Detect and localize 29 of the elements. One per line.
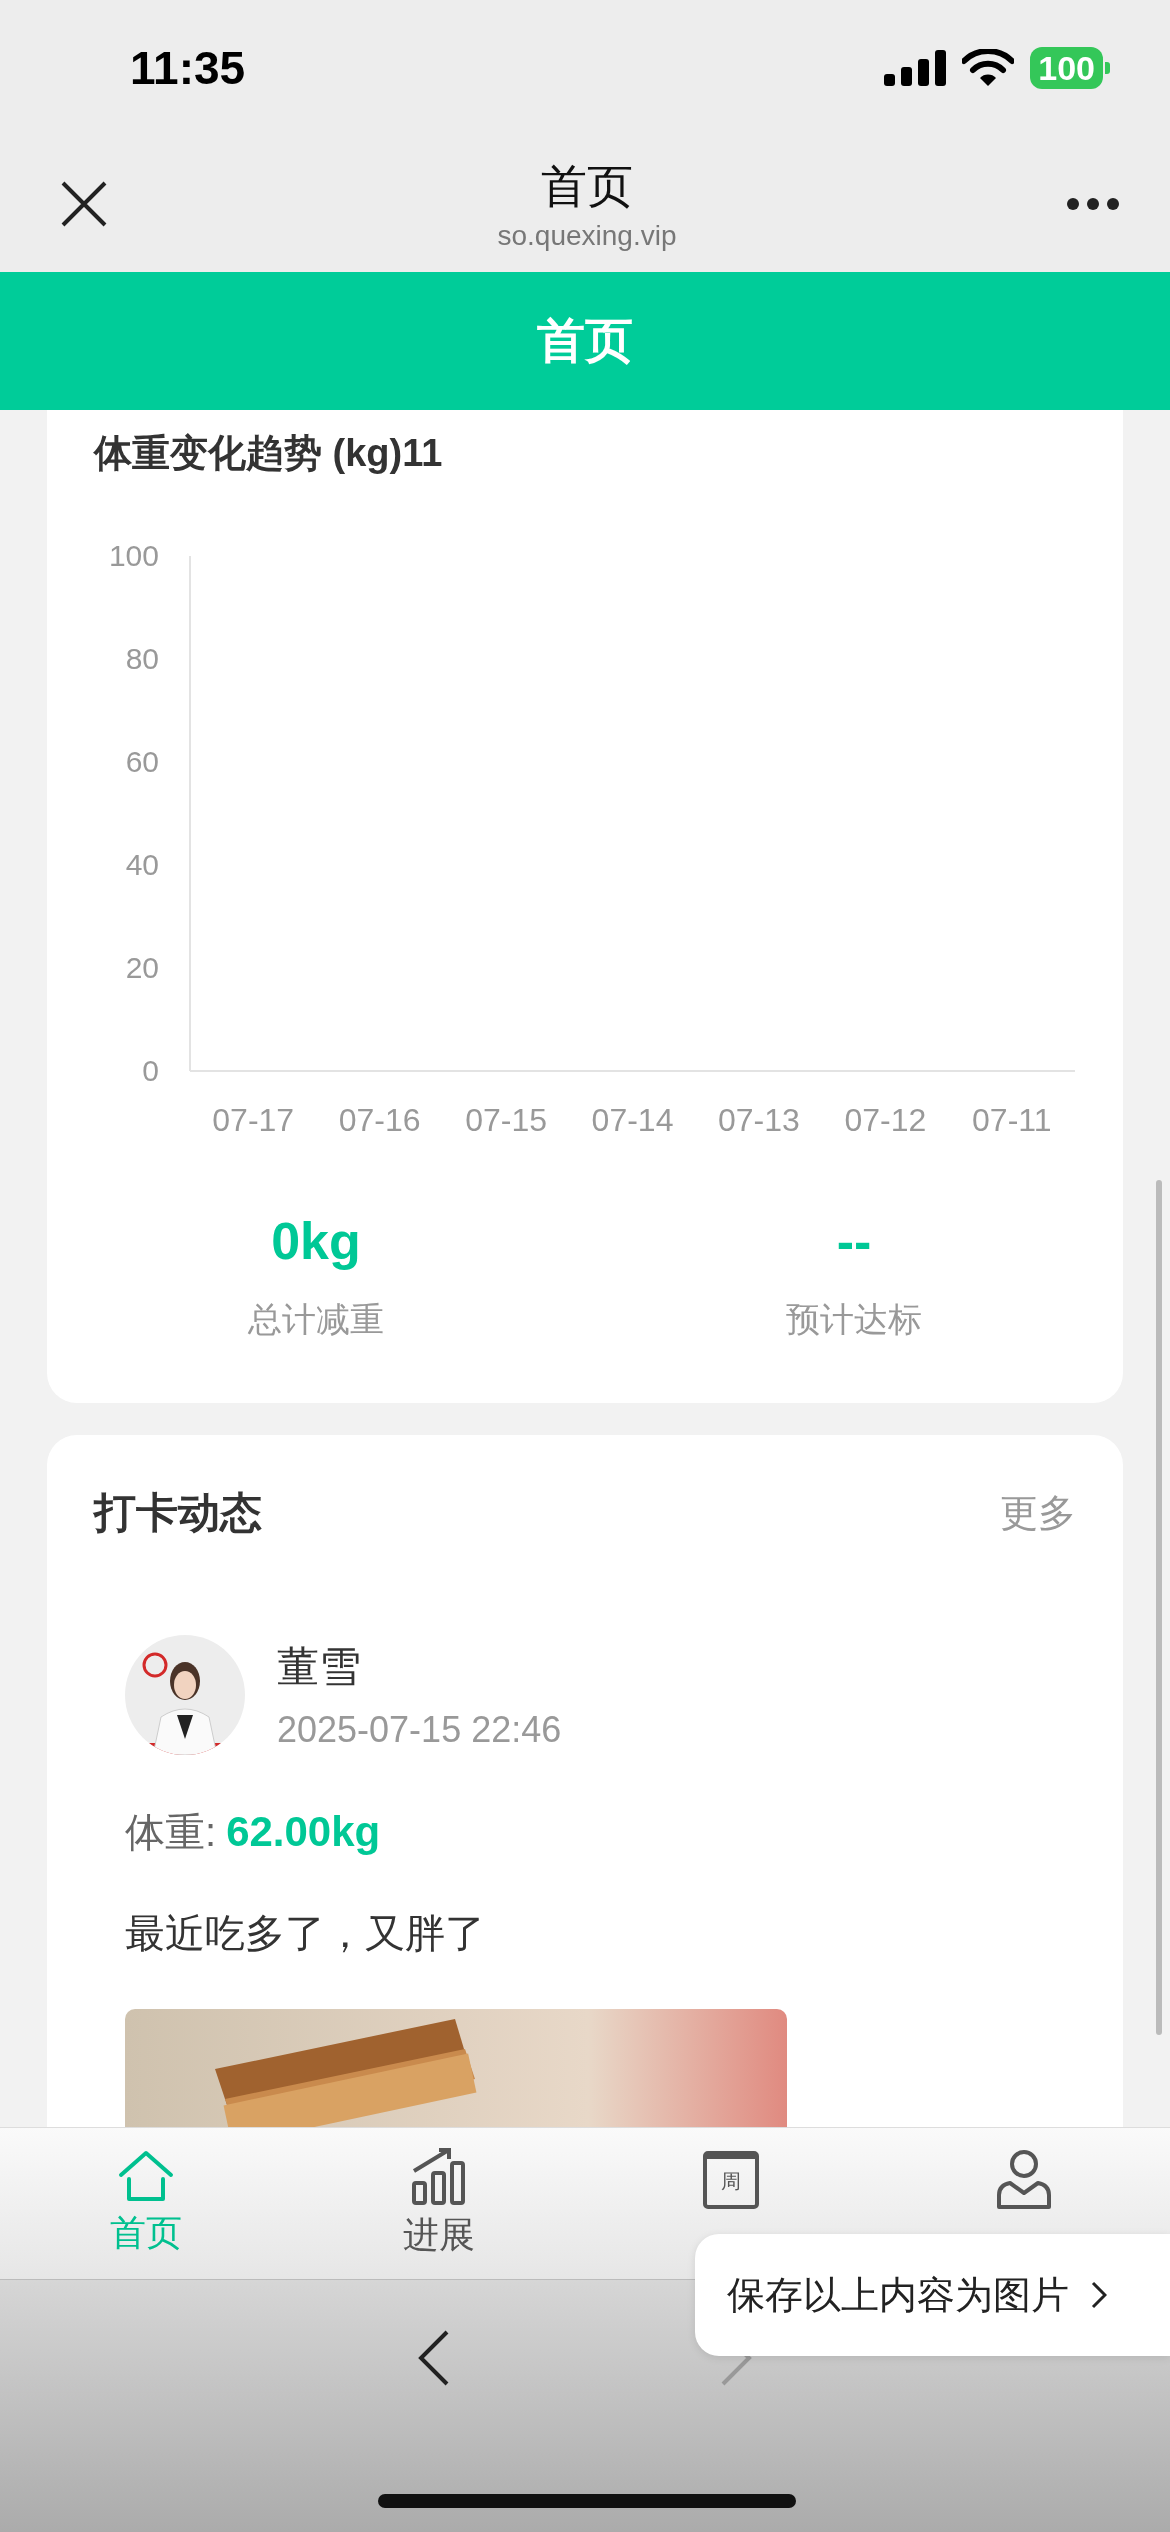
author-name: 董雪 — [277, 1642, 362, 1692]
page-url: so.quexing.vip — [497, 219, 677, 252]
stat-value: 0kg — [271, 1211, 361, 1271]
weight-value: 62.00kg — [226, 1808, 381, 1856]
page-title: 首页 — [541, 158, 633, 214]
chart-title: 体重变化趋势 (kg)11 — [94, 431, 444, 476]
x-tick-label: 07-13 — [718, 1102, 800, 1138]
x-tick-label: 07-16 — [338, 1102, 421, 1138]
x-tick-label: 07-11 — [972, 1102, 1052, 1138]
x-tick-label: 07-12 — [844, 1102, 927, 1138]
y-tick-label: 100 — [108, 539, 159, 572]
y-tick-label: 20 — [125, 951, 159, 984]
calendar-icon: 周 — [703, 2150, 760, 2209]
stat-label: 预计达标 — [786, 1299, 922, 1340]
section-title: 打卡动态 — [94, 1488, 262, 1538]
x-tick-label: 07-15 — [465, 1102, 547, 1138]
y-tick-label: 0 — [142, 1054, 159, 1087]
header-title: 首页 — [537, 313, 633, 369]
x-tick-label: 07-17 — [212, 1102, 295, 1138]
x-tick-label: 07-14 — [591, 1102, 674, 1138]
post-time: 2025-07-15 22:46 — [277, 1709, 562, 1751]
y-tick-label: 40 — [125, 848, 159, 881]
stat-value: -- — [836, 1211, 872, 1271]
y-tick-label: 80 — [125, 642, 159, 675]
weight-label: 体重: — [125, 1809, 217, 1856]
post-text: 最近吃多了，又胖了 — [125, 1910, 485, 1957]
y-tick-label: 60 — [125, 745, 159, 778]
stat-label: 总计减重 — [248, 1299, 384, 1340]
status-time: 11:35 — [130, 40, 246, 95]
